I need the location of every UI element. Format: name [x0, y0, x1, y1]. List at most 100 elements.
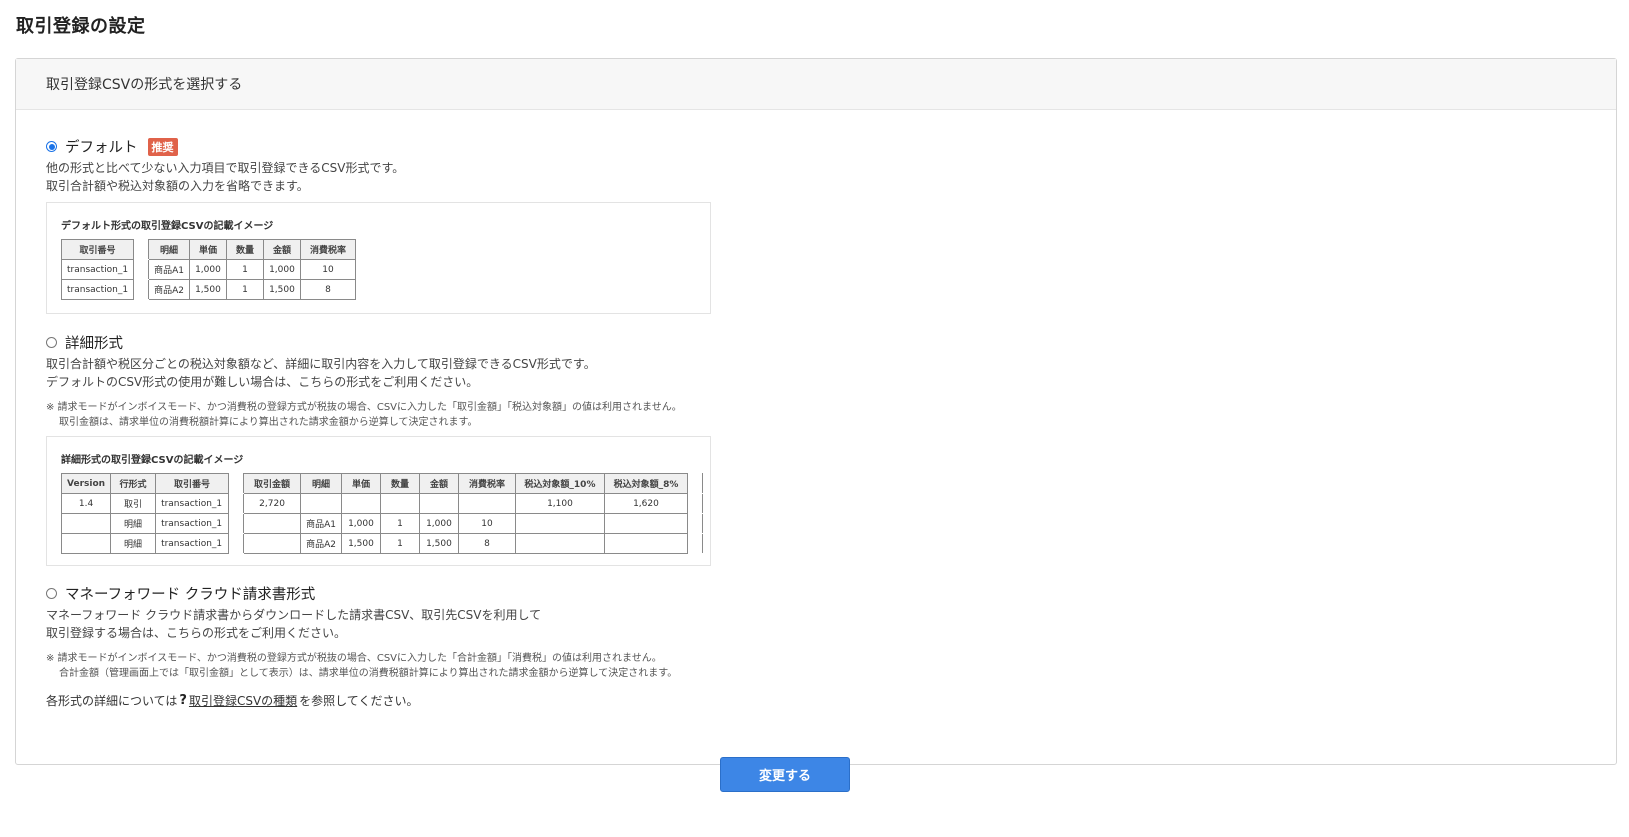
- table-cell: 1: [225, 259, 264, 280]
- table-cell: 1,000: [262, 259, 301, 280]
- table-cell: 10: [457, 513, 516, 534]
- column-gap: [133, 259, 150, 280]
- table-cell: transaction_1: [155, 533, 230, 554]
- option-default: デフォルト 推奨 他の形式と比べて少ない入力項目で取引登録できるCSV形式です。…: [46, 136, 404, 195]
- detailed-sample-table: Version 行形式 取引番号 取引金額 明細 単価 数量 金額 消費税率 税…: [60, 473, 703, 554]
- col-header: 消費税率: [299, 239, 356, 260]
- table-cell: [60, 513, 112, 534]
- option-mf-invoice-note-1: ※ 請求モードがインボイスモード、かつ消費税の登録方式が税抜の場合、CSVに入力…: [46, 653, 662, 664]
- settings-card: 取引登録CSVの形式を選択する デフォルト 推奨 他の形式と比べて少ない入力項目…: [15, 58, 1617, 765]
- option-detailed: 詳細形式 取引合計額や税区分ごとの税込対象額など、詳細に取引内容を入力して取引登…: [46, 332, 682, 430]
- csv-types-link[interactable]: 取引登録CSVの種類: [189, 692, 297, 709]
- table-cell: [457, 493, 516, 514]
- table-cell: [243, 533, 302, 554]
- page-title: 取引登録の設定: [16, 16, 146, 37]
- table-cell: 商品A1: [148, 259, 190, 280]
- table-cell: 1,500: [188, 279, 227, 300]
- table-cell: [340, 493, 381, 514]
- radio-detailed[interactable]: [46, 337, 57, 348]
- help-prefix: 各形式の詳細については: [46, 694, 178, 708]
- table-cell: [514, 533, 605, 554]
- table-cell: transaction_1: [60, 259, 135, 280]
- col-header: 消費税率: [457, 473, 516, 494]
- format-help-text: 各形式の詳細については ? 取引登録CSVの種類 を参照してください。: [46, 692, 418, 709]
- option-default-label[interactable]: デフォルト: [65, 136, 138, 157]
- table-cell: 1,500: [262, 279, 301, 300]
- table-cell: transaction_1: [155, 493, 230, 514]
- column-gap: [228, 513, 245, 534]
- table-cell: 商品A2: [300, 533, 342, 554]
- table-cell: 2,720: [243, 493, 302, 514]
- option-mf-invoice-desc-1: マネーフォワード クラウド請求書からダウンロードした請求書CSV、取引先CSVを…: [46, 608, 542, 622]
- option-default-desc-2: 取引合計額や税込対象額の入力を省略できます。: [46, 179, 309, 193]
- option-mf-invoice-desc-2: 取引登録する場合は、こちらの形式をご利用ください。: [46, 626, 347, 640]
- default-sample-table: 取引番号 明細 単価 数量 金額 消費税率 transaction_1 商品A1…: [60, 239, 356, 300]
- table-cell: 取引: [110, 493, 157, 514]
- option-mf-invoice: マネーフォワード クラウド請求書形式 マネーフォワード クラウド請求書からダウン…: [46, 583, 677, 681]
- table-cell: 明細: [110, 513, 157, 534]
- col-header: 単価: [188, 239, 227, 260]
- col-header: 単価: [340, 473, 381, 494]
- default-sample-box: デフォルト形式の取引登録CSVの記載イメージ 取引番号 明細 単価 数量 金額 …: [46, 202, 711, 314]
- detailed-sample-title: 詳細形式の取引登録CSVの記載イメージ: [61, 455, 244, 466]
- table-cell: 8: [299, 279, 356, 300]
- table-cell: [418, 493, 459, 514]
- table-row: 明細 transaction_1 商品A1 1,000 1 1,000 10: [60, 513, 703, 534]
- option-detailed-note-2: 取引金額は、請求単位の消費税額計算により算出された請求金額から逆算して決定されま…: [59, 417, 478, 428]
- table-cell: [603, 533, 688, 554]
- help-question-icon: ?: [179, 693, 187, 708]
- table-cell: 1,000: [418, 513, 459, 534]
- table-cell: 商品A1: [300, 513, 342, 534]
- table-cell: transaction_1: [155, 513, 230, 534]
- table-row: 明細 transaction_1 商品A2 1,500 1 1,500 8: [60, 533, 703, 554]
- radio-mf-invoice[interactable]: [46, 588, 57, 599]
- col-header: 明細: [300, 473, 342, 494]
- column-gap: [228, 533, 245, 554]
- option-detailed-desc-2: デフォルトのCSV形式の使用が難しい場合は、こちらの形式をご利用ください。: [46, 375, 479, 389]
- card-header: 取引登録CSVの形式を選択する: [16, 59, 1616, 110]
- table-cell: 1,100: [514, 493, 605, 514]
- recommended-badge: 推奨: [147, 137, 178, 156]
- table-cell: 1,500: [418, 533, 459, 554]
- table-cell: 商品A2: [148, 279, 190, 300]
- change-button[interactable]: 変更する: [720, 757, 850, 792]
- option-mf-invoice-label[interactable]: マネーフォワード クラウド請求書形式: [65, 583, 315, 604]
- column-gap: [686, 473, 703, 494]
- table-cell: 1,500: [340, 533, 381, 554]
- table-cell: [514, 513, 605, 534]
- column-gap: [686, 513, 703, 534]
- col-header: 取引番号: [60, 239, 135, 260]
- option-mf-invoice-note-2: 合計金額（管理画面上では「取引金額」として表示）は、請求単位の消費税額計算により…: [59, 668, 678, 679]
- table-cell: [603, 513, 688, 534]
- col-header: 税込対象額_10%: [514, 473, 605, 494]
- option-detailed-desc-1: 取引合計額や税区分ごとの税込対象額など、詳細に取引内容を入力して取引登録できるC…: [46, 357, 596, 371]
- col-header: 数量: [225, 239, 264, 260]
- radio-default[interactable]: [46, 141, 57, 152]
- table-cell: 10: [299, 259, 356, 280]
- table-cell: 1,620: [603, 493, 688, 514]
- column-gap: [228, 493, 245, 514]
- col-header: 税込対象額_8%: [603, 473, 688, 494]
- column-gap: [686, 533, 703, 554]
- table-cell: 1,000: [340, 513, 381, 534]
- col-header: 金額: [418, 473, 459, 494]
- table-cell: 8: [457, 533, 516, 554]
- detailed-sample-box: 詳細形式の取引登録CSVの記載イメージ Version 行形式 取引番号 取引金…: [46, 436, 711, 566]
- column-gap: [686, 493, 703, 514]
- table-cell: 明細: [110, 533, 157, 554]
- col-header: 行形式: [110, 473, 157, 494]
- column-gap: [133, 279, 150, 300]
- col-header: 数量: [379, 473, 420, 494]
- table-cell: [243, 513, 302, 534]
- table-cell: 1: [225, 279, 264, 300]
- col-header: 金額: [262, 239, 301, 260]
- table-cell: 1: [379, 533, 420, 554]
- option-detailed-note-1: ※ 請求モードがインボイスモード、かつ消費税の登録方式が税抜の場合、CSVに入力…: [46, 402, 682, 413]
- table-cell: 1.4: [60, 493, 112, 514]
- table-cell: 1: [379, 513, 420, 534]
- option-detailed-label[interactable]: 詳細形式: [65, 332, 123, 353]
- col-header: 取引金額: [243, 473, 302, 494]
- table-cell: [60, 533, 112, 554]
- default-sample-title: デフォルト形式の取引登録CSVの記載イメージ: [61, 221, 274, 232]
- table-cell: [379, 493, 420, 514]
